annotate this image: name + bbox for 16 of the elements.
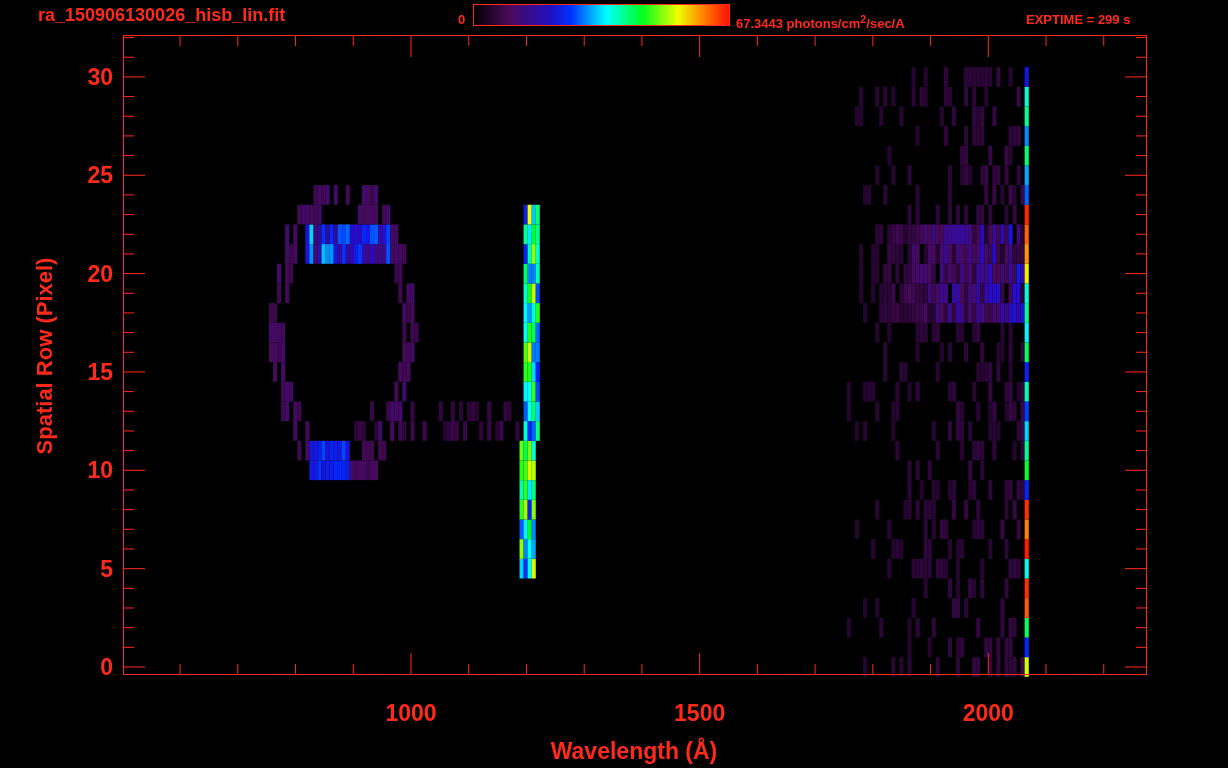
file-name: ra_150906130026_hisb_lin.fit [38,4,287,26]
tick-label: 15 [87,358,113,385]
colorbar-min-label: 0 [458,13,467,26]
tick-label: 30 [87,63,113,90]
exposure-time: EXPTIME = 299 s [1026,13,1131,26]
tick-label: 20 [87,260,113,287]
axis-title: Spatial Row (Pixel) [32,257,57,455]
tick-label: 1000 [385,700,437,726]
tick-label: 10 [87,457,113,484]
tick-label: 1500 [674,700,726,726]
tick-label: 5 [100,555,113,582]
tick-label: 0 [100,654,113,680]
tick-label: 2000 [962,700,1014,726]
tick-label: 25 [87,162,113,189]
axis-title: Wavelength (Å) [550,738,718,764]
colorbar-max-label: 67.3443 photons/cm$^{2}$/sec/A [736,13,906,31]
